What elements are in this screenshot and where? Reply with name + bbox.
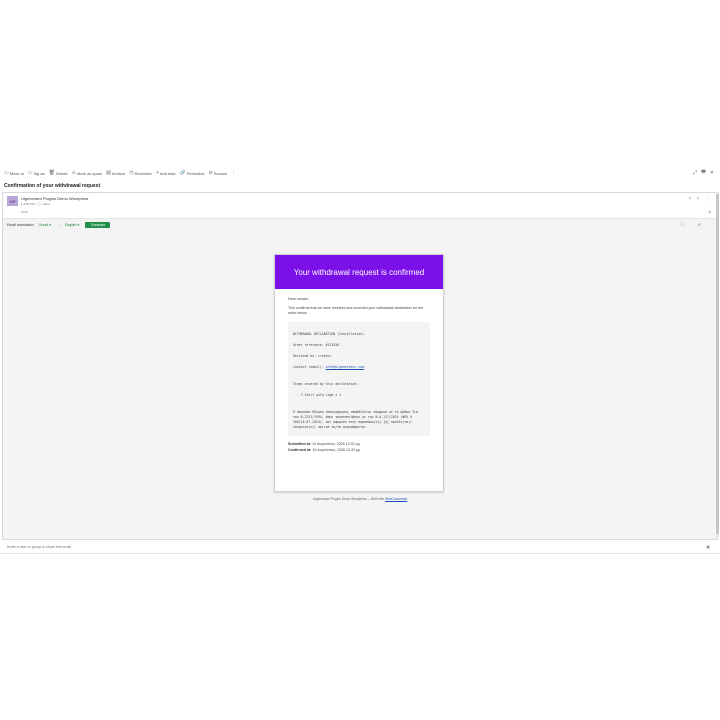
confirmed-label: Confirmed at:: [288, 448, 312, 452]
contact-label: Contact (email):: [293, 365, 324, 369]
recipient-line: Hello: [21, 210, 28, 214]
toolbar-label: Permalink: [186, 170, 205, 176]
translation-label: Email translation: [7, 223, 34, 227]
toolbar-item-permalink[interactable]: 🔗 Permalink: [179, 170, 204, 176]
toolbar-item-add-task[interactable]: + Add task: [156, 170, 176, 176]
reply-actions-icon[interactable]: ↰ ↰ ⋮: [688, 196, 711, 201]
translation-bar-icons[interactable]: ⓘ ✕: [681, 222, 707, 228]
email-card: Your withdrawal request is confirmed Dea…: [274, 254, 444, 492]
footer-link[interactable]: WooCommerce: [385, 497, 407, 501]
toolbar-item-more[interactable]: ⋮: [231, 170, 237, 176]
toolbar-item-move-to[interactable]: ▭ Move to: [4, 170, 24, 176]
email-body: Your withdrawal request is confirmed Dea…: [3, 231, 717, 539]
message-header: GP Ulgenerator Plugins Demo Wordpress ▸ …: [3, 193, 717, 217]
message-meta: ▸ 4:06 PM • ⓘ • Inbox: [21, 202, 51, 206]
share-bar[interactable]: Invite a user or group to share this ema…: [2, 542, 716, 551]
close-icon[interactable]: ✕: [710, 170, 714, 176]
declaration-box: WITHDRAWAL DECLARATION (Cancellation) Or…: [288, 322, 430, 436]
toolbar-label: Snooze: [213, 170, 228, 176]
confirmed-value: 19 Αυγούστου, 2026 12:33 μμ: [312, 448, 361, 452]
share-input[interactable]: Invite a user or group to share this ema…: [7, 545, 71, 549]
footer-text: Ulgenerator Plugins Demo Wordpress — Bui…: [312, 497, 385, 501]
toolbar-label: Move to: [9, 170, 24, 176]
toolbar-icon: ◷: [129, 170, 134, 176]
toolbar-icon: ▤: [106, 170, 111, 176]
email-subject: Confirmation of your withdrawal request: [4, 183, 101, 189]
message-frame: GP Ulgenerator Plugins Demo Wordpress ▸ …: [2, 192, 718, 540]
toolbar-icon: ▭: [4, 170, 9, 176]
order-reference: Order reference: #123456: [293, 343, 340, 347]
divider: [0, 553, 720, 554]
toolbar-icon: 🔗: [179, 170, 186, 176]
print-icon[interactable]: 🖶: [701, 169, 706, 177]
sender-name[interactable]: Ulgenerator Plugins Demo Wordpress: [21, 196, 88, 201]
toolbar-label: Mark as spam: [77, 170, 103, 176]
expand-icon[interactable]: ⇲: [708, 209, 711, 214]
toolbar-label: Delete: [55, 170, 68, 176]
contact-email-link[interactable]: info@ulgenerator.com: [326, 365, 364, 369]
target-language-select[interactable]: English ▾: [65, 223, 80, 227]
avatar[interactable]: GP: [7, 196, 18, 206]
toolbar-item-tag-as[interactable]: ◇ Tag as: [28, 170, 45, 176]
toolbar-label: Archive: [111, 170, 126, 176]
toolbar-icon: ⋮: [231, 170, 237, 176]
submitted-label: Submitted at:: [288, 442, 311, 446]
message-toolbar: ▭ Move to ◇ Tag as 🗑 Delete ⚠ Mark as spam ▤ Arch…: [0, 168, 720, 178]
toolbar-icon: 🗑: [48, 170, 55, 176]
item-line: - T-Shirt with Logo x 1: [297, 393, 342, 397]
toolbar-item-snooze[interactable]: ⊖ Snooze: [208, 170, 227, 176]
translate-button[interactable]: Translate: [85, 222, 111, 228]
email-footer: Ulgenerator Plugins Demo Wordpress — Bui…: [3, 497, 717, 501]
toolbar-icon: +: [155, 170, 159, 176]
source-language-select[interactable]: Greek ▾: [39, 223, 52, 227]
toolbar-label: Tag as: [32, 170, 45, 176]
toolbar-item-archive[interactable]: ▤ Archive: [106, 170, 125, 176]
email-header-banner: Your withdrawal request is confirmed: [275, 255, 443, 289]
toolbar-label: Add task: [159, 170, 176, 176]
share-icon[interactable]: ▣: [706, 544, 710, 549]
declaration-title: WITHDRAWAL DECLARATION (Cancellation): [293, 332, 365, 336]
declared-by: Declared by: creator: [293, 354, 332, 358]
translation-bar: Email translation Greek ▾ → English ▾ Tr…: [3, 218, 717, 232]
toolbar-icon: ⚠: [71, 170, 77, 176]
toolbar-item-delete[interactable]: 🗑 Delete: [49, 170, 68, 176]
toolbar-item-mark-as-spam[interactable]: ⚠ Mark as spam: [72, 170, 103, 176]
arrow-right-icon: →: [57, 223, 61, 227]
email-greeting: Dear creator,: [288, 297, 309, 301]
toolbar-label: Reminder: [134, 170, 152, 176]
toolbar-icon: ◇: [27, 170, 32, 176]
items-label: Items covered by this declaration:: [293, 382, 359, 386]
email-intro: This confirms that we have received and …: [288, 306, 424, 315]
fullscreen-icon[interactable]: ⤢: [693, 170, 697, 176]
window-controls: ⤢ 🖶 ✕: [693, 168, 714, 178]
toolbar-item-reminder[interactable]: ◷ Reminder: [129, 170, 152, 176]
scrollbar-thumb[interactable]: [716, 194, 719, 534]
toolbar-icon: ⊖: [208, 170, 213, 176]
legal-text: Η παρούσα δήλωση υπαναχώρησης υποβάλλετα…: [293, 410, 418, 429]
submitted-value: 19 Αυγούστου, 2026 12:32 μμ: [311, 442, 360, 446]
